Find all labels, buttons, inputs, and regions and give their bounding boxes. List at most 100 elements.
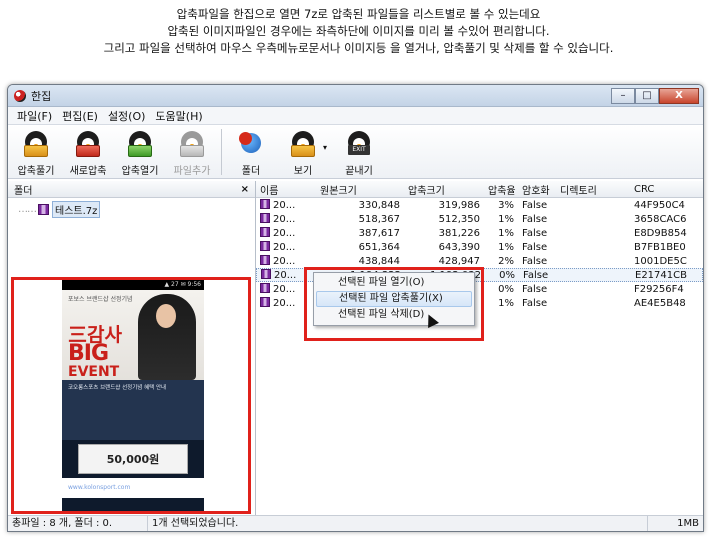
cell-original-size: 438,844 <box>358 255 400 267</box>
minimize-button[interactable]: – <box>611 87 635 104</box>
caption-line-1: 압축파일을 한집으로 열면 7z로 압축된 파일들을 리스트별로 볼 수 있는데… <box>176 7 541 21</box>
preview-ad-coupon: 50,000원 <box>78 444 188 474</box>
penguin-new-archive-icon <box>74 129 102 159</box>
col-directory[interactable]: 디렉토리 <box>556 182 630 197</box>
folder-pane-close-icon[interactable]: × <box>241 184 249 195</box>
cell-ratio: 1% <box>498 227 514 239</box>
tree-connector: …… <box>18 204 37 215</box>
tree-item-archive[interactable]: …… 테스트.7z <box>8 198 255 218</box>
file-name: 20... <box>273 200 296 211</box>
cell-original-size: 330,848 <box>358 199 400 211</box>
status-total: 총파일 : 8 개, 폴더 : 0. <box>8 516 148 531</box>
main-panes: 폴더 × …… 테스트.7z ▲ 27 ✉ 9:56 포보스 브랜드샵 선정기념… <box>8 181 703 516</box>
open-archive-button[interactable]: 압축열기 <box>114 129 166 177</box>
ctx-open-file[interactable]: 선택된 파일 열기(O) <box>316 275 472 291</box>
context-menu: 선택된 파일 열기(O) 선택된 파일 압축풀기(X) 선택된 파일 삭제(D) <box>313 272 475 326</box>
cell-encrypted: False <box>523 269 549 281</box>
cell-ratio: 1% <box>498 297 514 309</box>
table-row[interactable]: 20... 518,367 512,350 1% False 3658CAC6 <box>256 212 703 226</box>
cell-encrypted: False <box>522 227 548 239</box>
add-file-label: 파일추가 <box>173 166 211 177</box>
close-button[interactable]: X <box>659 87 699 104</box>
menu-file[interactable]: 파일(F) <box>12 108 57 124</box>
toolbar-separator <box>221 129 222 175</box>
col-crc[interactable]: CRC <box>630 184 700 195</box>
cell-encrypted: False <box>522 255 548 267</box>
cell-name: 20... <box>256 227 316 239</box>
preview-ad-small-text: 포보스 브랜드샵 선정기념 <box>68 296 133 303</box>
menu-edit[interactable]: 편집(E) <box>57 108 103 124</box>
col-encrypted[interactable]: 암호화 <box>518 182 556 197</box>
caption-line-2: 압축된 이미지파일인 경우에는 좌측하단에 이미지를 미리 볼 수있어 편리합니… <box>167 24 550 38</box>
exit-button[interactable]: EXIT 끝내기 <box>333 129 385 177</box>
archive-file-icon <box>260 241 270 251</box>
col-original-size[interactable]: 원본크기 <box>316 182 404 197</box>
cell-original-size: 518,367 <box>358 213 400 225</box>
view-label: 보기 <box>293 166 313 177</box>
maximize-button[interactable]: □ <box>635 87 659 104</box>
cell-encrypted: False <box>522 213 548 225</box>
table-row[interactable]: 20... 387,617 381,226 1% False E8D9B854 <box>256 226 703 240</box>
file-name: 20... <box>273 284 296 295</box>
file-name: 20... <box>273 242 296 253</box>
add-file-button[interactable]: 파일추가 <box>166 129 218 177</box>
cell-compressed-size: 319,986 <box>438 199 480 211</box>
view-dropdown-icon[interactable]: ▾ <box>323 143 333 152</box>
cell-crc: 3658CAC6 <box>634 213 687 225</box>
ctx-extract-file[interactable]: 선택된 파일 압축풀기(X) <box>316 291 472 307</box>
table-row[interactable]: 20... 330,848 319,986 3% False 44F950C4 <box>256 198 703 212</box>
cell-compressed-size: 512,350 <box>438 213 480 225</box>
cell-crc: F29256F4 <box>634 283 684 295</box>
file-list-header: 이름 원본크기 압축크기 압축율 암호화 디렉토리 CRC <box>256 181 703 198</box>
cell-ratio: 2% <box>498 255 514 267</box>
preview-person-image <box>138 294 196 380</box>
archive-file-icon <box>260 297 270 307</box>
preview-ad-big2: BIG <box>68 341 109 366</box>
archive-file-icon <box>260 227 270 237</box>
cell-encrypted: False <box>522 297 548 309</box>
folder-pane-header: 폴더 × <box>8 181 255 198</box>
extract-button[interactable]: 압축풀기 <box>10 129 62 177</box>
status-size: 1MB <box>677 518 699 529</box>
caption: 압축파일을 한집으로 열면 7z로 압축된 파일들을 리스트별로 볼 수 있는데… <box>0 6 717 57</box>
preview-ad-big3: EVENT <box>68 364 120 380</box>
cell-crc: AE4E5B48 <box>634 297 686 309</box>
col-compressed-size[interactable]: 압축크기 <box>404 182 484 197</box>
title-bar[interactable]: 한집 – □ X <box>8 85 703 107</box>
archive-file-icon <box>260 213 270 223</box>
window-title: 한집 <box>31 89 52 103</box>
menu-help[interactable]: 도움말(H) <box>150 108 207 124</box>
folder-pane-title: 폴더 <box>14 185 33 197</box>
table-row[interactable]: 20... 438,844 428,947 2% False 1001DE5C <box>256 254 703 268</box>
caption-line-3: 그리고 파일을 선택하여 마우스 우측메뉴로문서나 이미지등 을 열거나, 압축… <box>103 41 614 55</box>
file-name: 20... <box>273 214 296 225</box>
window-controls: – □ X <box>611 87 699 104</box>
app-window: 한집 – □ X 파일(F) 편집(E) 설정(O) 도움말(H) 압축풀기 새… <box>7 84 704 532</box>
cell-compressed-size: 643,390 <box>438 241 480 253</box>
context-menu-highlight: 선택된 파일 열기(O) 선택된 파일 압축풀기(X) 선택된 파일 삭제(D) <box>304 267 484 341</box>
penguin-extract-icon <box>22 129 50 159</box>
preview-ad-body: 코오롱스포츠 브랜드샵 선정기념 혜택 안내 <box>62 380 204 440</box>
cell-crc: 1001DE5C <box>634 255 687 267</box>
archive-file-icon <box>38 204 49 215</box>
menu-settings[interactable]: 설정(O) <box>103 108 150 124</box>
new-archive-button[interactable]: 새로압축 <box>62 129 114 177</box>
cell-ratio: 1% <box>498 213 514 225</box>
preview-status-bar: ▲ 27 ✉ 9:56 <box>62 280 204 290</box>
archive-file-icon <box>260 283 270 293</box>
image-preview: ▲ 27 ✉ 9:56 포보스 브랜드샵 선정기념 三감사 BIG EVENT … <box>11 277 251 514</box>
col-ratio[interactable]: 압축율 <box>484 182 518 197</box>
folder-globe-icon <box>237 129 265 159</box>
ctx-delete-file[interactable]: 선택된 파일 삭제(D) <box>316 307 472 323</box>
table-row[interactable]: 20... 651,364 643,390 1% False B7FB1BE0 <box>256 240 703 254</box>
cell-encrypted: False <box>522 241 548 253</box>
cell-name: 20... <box>256 199 316 211</box>
open-archive-label: 압축열기 <box>121 166 159 177</box>
cell-encrypted: False <box>522 283 548 295</box>
view-button[interactable]: 보기 <box>277 129 329 177</box>
folder-button[interactable]: 폴더 <box>225 129 277 177</box>
col-name[interactable]: 이름 <box>256 182 316 197</box>
cell-crc: B7FB1BE0 <box>634 241 686 253</box>
cell-original-size: 651,364 <box>358 241 400 253</box>
penguin-exit-icon: EXIT <box>345 129 373 159</box>
